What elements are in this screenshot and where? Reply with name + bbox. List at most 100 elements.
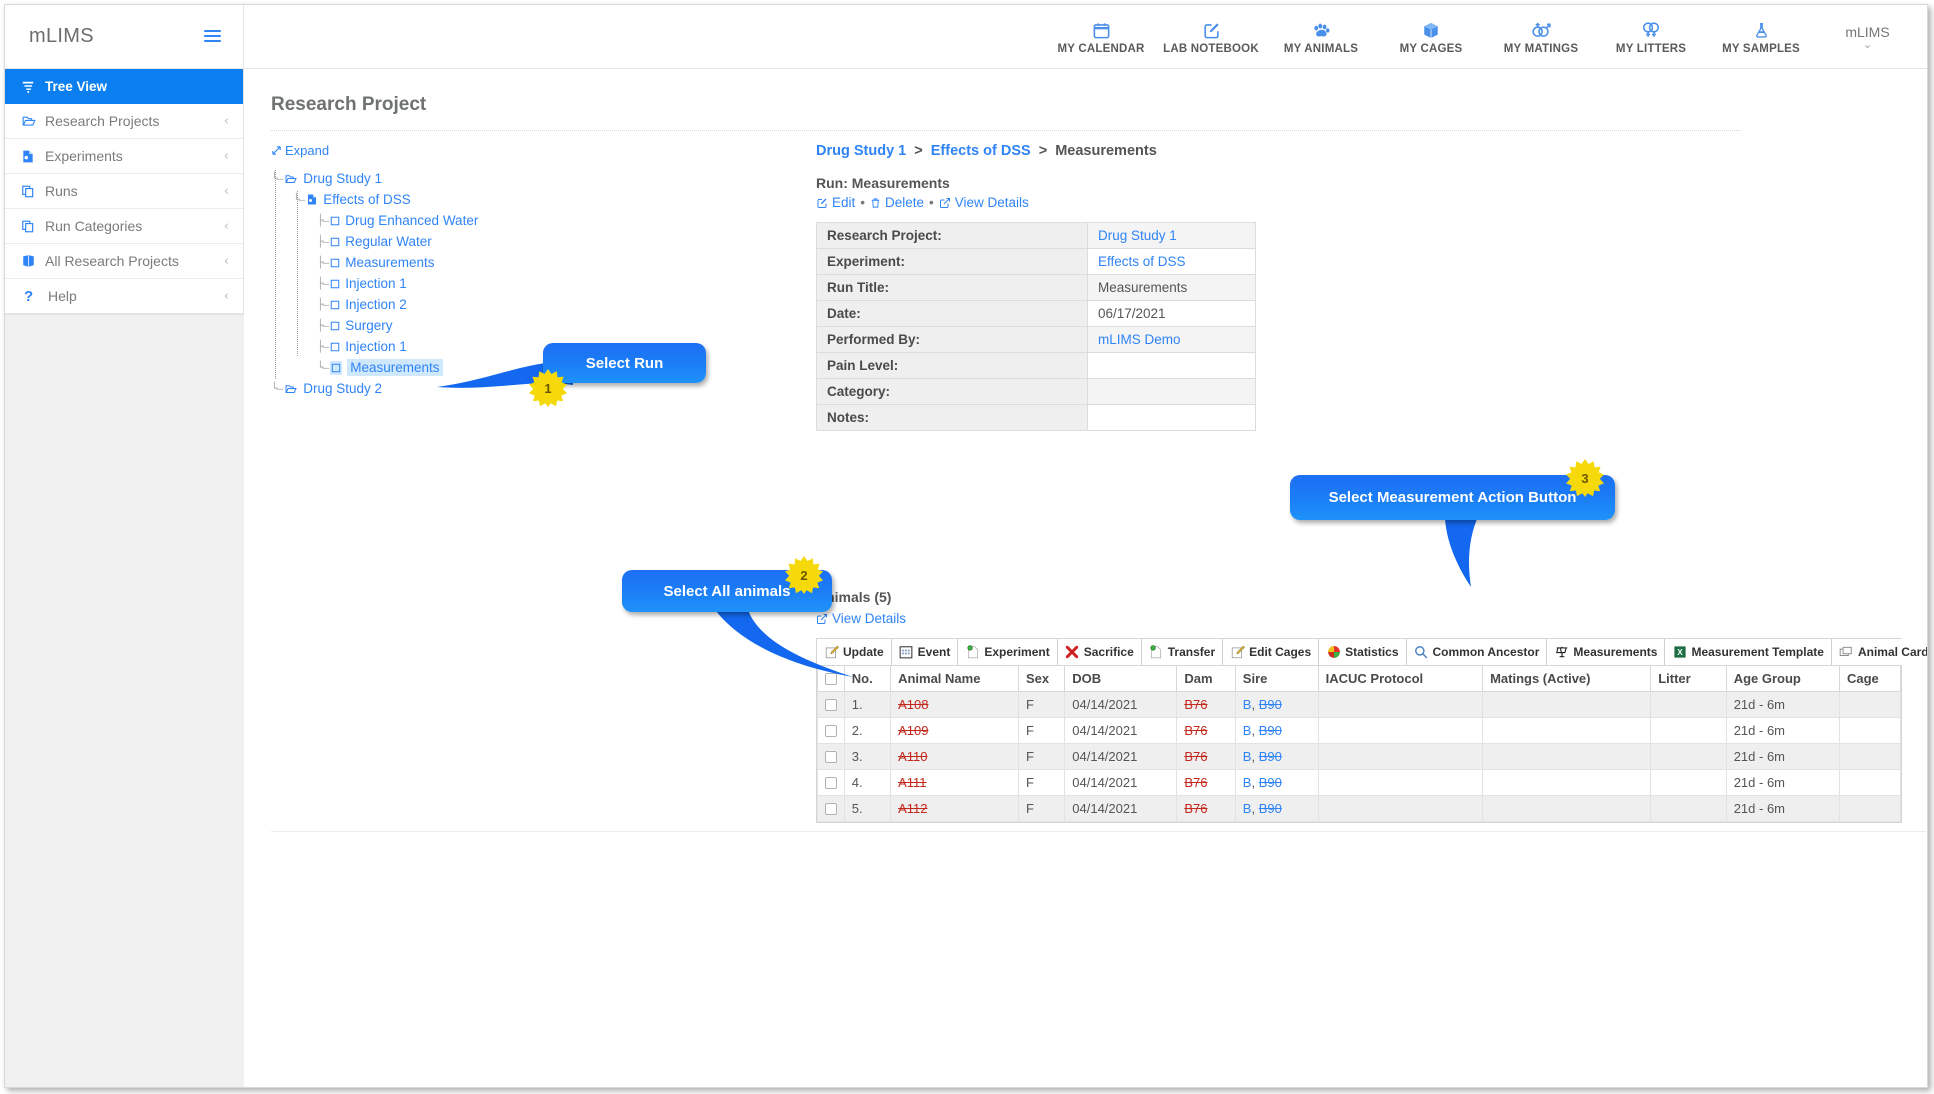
view-details-button[interactable]: View Details bbox=[939, 195, 1029, 210]
dam-link[interactable]: B76 bbox=[1184, 801, 1207, 816]
row-checkbox[interactable] bbox=[825, 777, 837, 790]
sidebar-item-runs[interactable]: Runs ‹ bbox=[5, 174, 243, 209]
sidebar-item-tree-view[interactable]: Tree View bbox=[5, 69, 243, 104]
sire-link-b[interactable]: B90 bbox=[1259, 697, 1282, 712]
dam-link[interactable]: B76 bbox=[1184, 697, 1207, 712]
external-link-icon bbox=[939, 197, 950, 208]
sire-link-b[interactable]: B90 bbox=[1259, 801, 1282, 816]
sacrifice-button[interactable]: Sacrifice bbox=[1057, 638, 1142, 665]
nav-label: MY MATINGS bbox=[1503, 43, 1579, 55]
tree-node-label: Drug Study 1 bbox=[303, 171, 383, 186]
dam-cell: B76 bbox=[1176, 794, 1236, 822]
callout-2-tail bbox=[713, 607, 853, 677]
sidebar-item-help[interactable]: ? Help ‹ bbox=[5, 279, 243, 314]
sidebar-item-all-research-projects[interactable]: All Research Projects ‹ bbox=[5, 244, 243, 279]
nav-my-litters[interactable]: MY LITTERS bbox=[1596, 5, 1706, 68]
button-label: Event bbox=[917, 644, 951, 659]
age-group-cell: 21d - 6m bbox=[1725, 742, 1840, 770]
statistics-button[interactable]: Statistics bbox=[1319, 638, 1407, 665]
animal-name[interactable]: A108 bbox=[898, 697, 928, 712]
litter-cell bbox=[1650, 742, 1727, 770]
button-label: Transfer bbox=[1167, 644, 1216, 659]
nav-my-cages[interactable]: MY CAGES bbox=[1376, 5, 1486, 68]
button-label: Edit Cages bbox=[1249, 644, 1312, 659]
breadcrumb-experiment[interactable]: Effects of DSS bbox=[931, 143, 1031, 159]
animal-name[interactable]: A110 bbox=[898, 749, 927, 764]
dam-link[interactable]: B76 bbox=[1184, 749, 1207, 764]
tree-node-effects-of-dss[interactable]: └— Effects of DSS bbox=[271, 189, 791, 210]
common-ancestor-button[interactable]: Common Ancestor bbox=[1406, 638, 1548, 665]
edit-button[interactable]: Edit bbox=[816, 195, 855, 210]
breadcrumb-project[interactable]: Drug Study 1 bbox=[816, 143, 906, 159]
matings-cell bbox=[1482, 716, 1652, 744]
event-button[interactable]: Event bbox=[891, 638, 959, 665]
callout-2-number: 2 bbox=[800, 567, 808, 583]
edit-cages-button[interactable]: Edit Cages bbox=[1223, 638, 1320, 665]
tree-node-run[interactable]: ├— Regular Water bbox=[271, 231, 791, 252]
animal-name-cell: A108 bbox=[890, 690, 1019, 718]
row-checkbox[interactable] bbox=[825, 751, 837, 764]
row-checkbox[interactable] bbox=[825, 725, 837, 738]
expand-link[interactable]: Expand bbox=[271, 143, 329, 158]
field-link[interactable]: Drug Study 1 bbox=[1098, 228, 1177, 243]
hamburger-menu-icon[interactable] bbox=[204, 30, 221, 43]
cage-cell bbox=[1838, 690, 1902, 718]
row-number[interactable]: 4. bbox=[843, 768, 892, 796]
row-checkbox[interactable] bbox=[825, 803, 837, 816]
row-number[interactable]: 2. bbox=[843, 716, 892, 744]
dam-link[interactable]: B76 bbox=[1184, 775, 1207, 790]
row-checkbox[interactable] bbox=[825, 699, 837, 712]
nav-my-animals[interactable]: MY ANIMALS bbox=[1266, 5, 1376, 68]
field-link[interactable]: mLIMS Demo bbox=[1098, 332, 1181, 347]
tree-branch-dash: ├— bbox=[317, 256, 329, 269]
animals-table: No. Animal Name Sex DOB Dam Sire IACUC P… bbox=[817, 665, 1902, 822]
row-number[interactable]: 1. bbox=[843, 690, 892, 718]
field-link[interactable]: Effects of DSS bbox=[1098, 254, 1186, 269]
animal-name[interactable]: A109 bbox=[898, 723, 928, 738]
sire-link-b[interactable]: B90 bbox=[1259, 749, 1282, 764]
field-key: Research Project: bbox=[816, 222, 1088, 249]
row-number[interactable]: 5. bbox=[843, 794, 892, 822]
chevron-left-icon: ‹ bbox=[223, 253, 229, 269]
delete-button[interactable]: Delete bbox=[870, 195, 924, 210]
main-content: Research Project Expand └— Drug Study 1 … bbox=[244, 69, 1927, 1087]
experiment-button[interactable]: Experiment bbox=[958, 638, 1058, 665]
tree-node-run[interactable]: ├— Surgery bbox=[271, 315, 791, 336]
sire-link-b[interactable]: B90 bbox=[1259, 723, 1282, 738]
column-header: Animal Name bbox=[890, 665, 1019, 692]
nav-my-samples[interactable]: MY SAMPLES bbox=[1706, 5, 1816, 68]
tree-node-run[interactable]: ├— Drug Enhanced Water bbox=[271, 210, 791, 231]
run-square-icon bbox=[330, 216, 340, 226]
dam-link[interactable]: B76 bbox=[1184, 723, 1207, 738]
sidebar-item-research-projects[interactable]: Research Projects ‹ bbox=[5, 104, 243, 139]
field-value: Drug Study 1 bbox=[1087, 222, 1256, 249]
animals-grid: Update Event Experiment Sacrifice Transf… bbox=[816, 637, 1927, 823]
nav-lab-notebook[interactable]: LAB NOTEBOOK bbox=[1156, 5, 1266, 68]
row-number[interactable]: 3. bbox=[843, 742, 892, 770]
tree-node-run[interactable]: ├— Injection 1 bbox=[271, 273, 791, 294]
sire-link-b[interactable]: B90 bbox=[1259, 775, 1282, 790]
age-group-cell: 21d - 6m bbox=[1725, 794, 1840, 822]
measurements-button[interactable]: Measurements bbox=[1547, 638, 1666, 665]
animal-name[interactable]: A111 bbox=[898, 775, 926, 790]
callout-3-text: Select Measurement Action Button bbox=[1328, 489, 1577, 506]
user-menu[interactable]: mLIMS ⌄ bbox=[1820, 5, 1915, 68]
transfer-button[interactable]: Transfer bbox=[1141, 638, 1224, 665]
animal-cards-button[interactable]: Animal Cards bbox=[1831, 638, 1927, 665]
sidebar-item-run-categories[interactable]: Run Categories ‹ bbox=[5, 209, 243, 244]
tree-node-label: Effects of DSS bbox=[323, 192, 411, 207]
measurement-template-button[interactable]: X Measurement Template bbox=[1665, 638, 1832, 665]
tree-node-run[interactable]: ├— Measurements bbox=[271, 252, 791, 273]
sire-cell: B, B90 bbox=[1234, 690, 1319, 718]
column-header: Age Group bbox=[1725, 665, 1840, 692]
nav-my-calendar[interactable]: MY CALENDAR bbox=[1046, 5, 1156, 68]
tree-node-drug-study-1[interactable]: └— Drug Study 1 bbox=[271, 168, 791, 189]
red-x-icon bbox=[1065, 644, 1080, 659]
animal-name[interactable]: A112 bbox=[898, 801, 927, 816]
tree-node-run[interactable]: ├— Injection 2 bbox=[271, 294, 791, 315]
sidebar-item-experiments[interactable]: Experiments ‹ bbox=[5, 139, 243, 174]
nav-my-matings[interactable]: MY MATINGS bbox=[1486, 5, 1596, 68]
tree-node-label: Regular Water bbox=[345, 234, 432, 249]
tree-node-run[interactable]: ├— Injection 1 bbox=[271, 336, 791, 357]
button-label: Sacrifice bbox=[1083, 644, 1134, 659]
